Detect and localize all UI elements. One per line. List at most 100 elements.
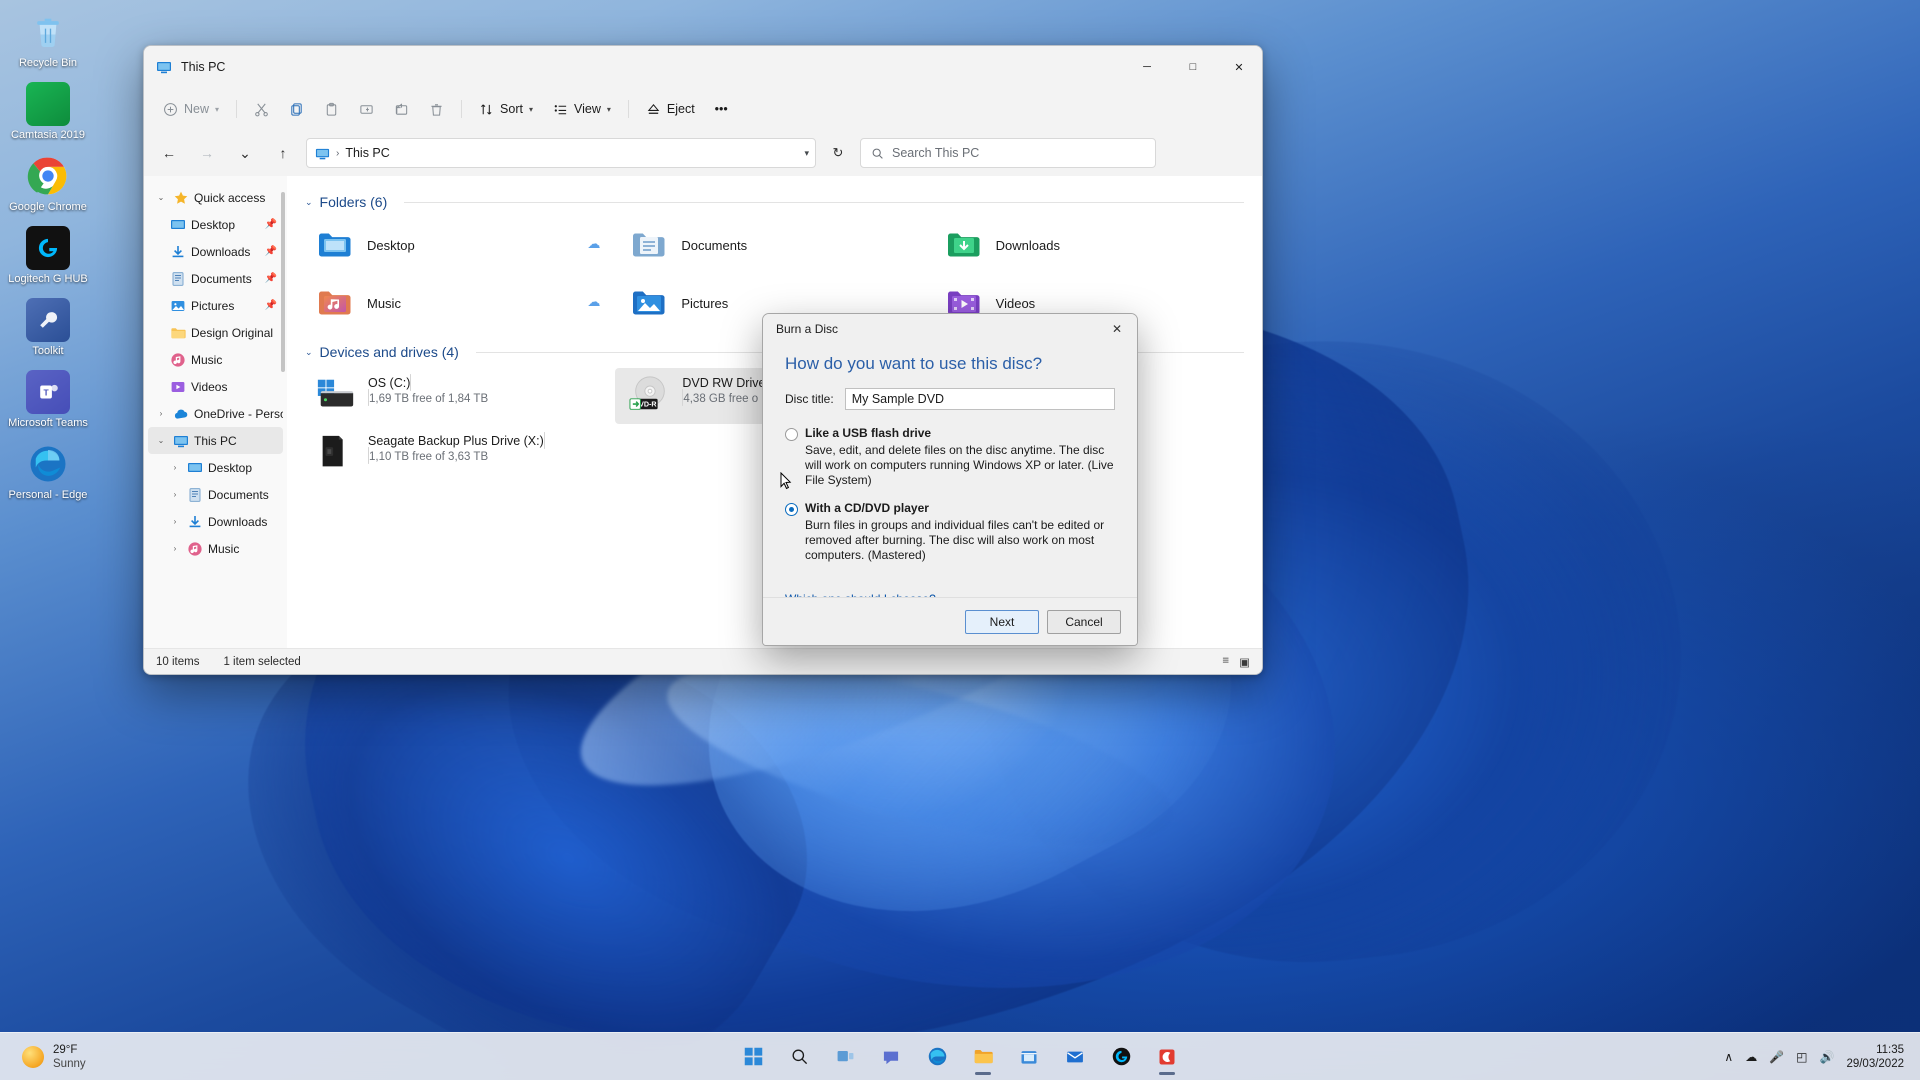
camtasia-button[interactable]: [1147, 1037, 1187, 1077]
microsoft-store-button[interactable]: [1009, 1037, 1049, 1077]
sidebar-item-this-pc-desktop[interactable]: › Desktop: [148, 454, 283, 481]
next-button[interactable]: Next: [965, 609, 1039, 634]
search-button[interactable]: [779, 1037, 819, 1077]
paste-button[interactable]: [315, 94, 348, 124]
share-button[interactable]: [385, 94, 418, 124]
chevron-down-icon[interactable]: ⌄: [154, 436, 168, 445]
list-view-button[interactable]: ≡: [1222, 655, 1229, 669]
recent-locations-button[interactable]: ⌄: [230, 138, 260, 168]
desktop-icon-microsoft-teams[interactable]: T Microsoft Teams: [3, 366, 93, 432]
option-with-a-cd-dvd-player[interactable]: With a CD/DVD player Burn files in group…: [785, 501, 1115, 563]
sidebar-item-this-pc-downloads[interactable]: › Downloads: [148, 508, 283, 535]
dialog-body: How do you want to use this disc? Disc t…: [763, 344, 1137, 606]
folder-item[interactable]: Downloads: [930, 218, 1244, 272]
chevron-right-icon[interactable]: ›: [154, 409, 168, 418]
dialog-close-button[interactable]: ✕: [1097, 314, 1137, 344]
chevron-right-icon[interactable]: ›: [168, 517, 182, 526]
sidebar-item-this-pc-music[interactable]: › Music: [148, 535, 283, 562]
drive-item-seagate-backup-plus[interactable]: Seagate Backup Plus Drive (X:) 1,10 TB f…: [301, 426, 615, 482]
desktop-icon-logitech-g-hub[interactable]: Logitech G HUB: [3, 222, 93, 288]
breadcrumb-current[interactable]: This PC: [345, 146, 389, 160]
chevron-down-icon[interactable]: ⌄: [305, 347, 313, 358]
sidebar-item-this-pc[interactable]: ⌄ This PC: [148, 427, 283, 454]
task-view-button[interactable]: [825, 1037, 865, 1077]
new-button[interactable]: New ▾: [154, 94, 228, 124]
view-button[interactable]: View ▾: [544, 94, 620, 124]
sidebar-item-quick-access[interactable]: ⌄ Quick access: [148, 184, 283, 211]
sidebar-item-downloads[interactable]: Downloads 📌: [148, 238, 283, 265]
folders-group-header[interactable]: ⌄ Folders (6): [305, 194, 1244, 210]
desktop-icon-personal-edge[interactable]: Personal - Edge: [3, 438, 93, 504]
microsoft-edge-button[interactable]: [917, 1037, 957, 1077]
chevron-right-icon[interactable]: ›: [168, 544, 182, 553]
network-tray-icon[interactable]: ◰: [1796, 1050, 1807, 1064]
folder-item[interactable]: Music: [301, 276, 615, 330]
up-button[interactable]: ↑: [268, 138, 298, 168]
desktop-icon-toolkit[interactable]: Toolkit: [3, 294, 93, 360]
maximize-button[interactable]: □: [1170, 46, 1216, 88]
file-explorer-button[interactable]: [963, 1037, 1003, 1077]
desktop-icon-google-chrome[interactable]: Google Chrome: [3, 150, 93, 216]
sidebar-item-music[interactable]: Music: [148, 346, 283, 373]
radio-like-a-usb-flash-drive[interactable]: [785, 428, 798, 441]
desktop-icon-recycle-bin[interactable]: Recycle Bin: [3, 6, 93, 72]
desktop-icon-camtasia[interactable]: Camtasia 2019: [3, 78, 93, 144]
cut-button[interactable]: [245, 94, 278, 124]
pin-icon[interactable]: 📌: [265, 300, 277, 311]
rename-button[interactable]: [350, 94, 383, 124]
chevron-down-icon[interactable]: ⌄: [154, 193, 168, 202]
close-button[interactable]: ✕: [1216, 46, 1262, 88]
mail-button[interactable]: [1055, 1037, 1095, 1077]
disc-title-input[interactable]: [844, 388, 1115, 410]
refresh-button[interactable]: ↻: [824, 139, 852, 167]
clock[interactable]: 11:35 29/03/2022: [1846, 1043, 1904, 1071]
task-view-icon: [837, 1050, 853, 1062]
sidebar-item-documents[interactable]: Documents 📌: [148, 265, 283, 292]
folder-item[interactable]: ☁ Documents: [587, 218, 929, 272]
sort-button[interactable]: Sort ▾: [470, 94, 542, 124]
sidebar-item-onedrive-personal[interactable]: › OneDrive - Perso: [148, 400, 283, 427]
navigation-pane[interactable]: ⌄ Quick access Desktop 📌 Downloads 📌 Doc…: [144, 176, 287, 648]
copy-button[interactable]: [280, 94, 313, 124]
sidebar-item-desktop[interactable]: Desktop 📌: [148, 211, 283, 238]
sidebar-item-design-original[interactable]: Design Original: [148, 319, 283, 346]
desktop-icon: [187, 460, 203, 476]
start-button[interactable]: [733, 1037, 773, 1077]
details-view-button[interactable]: ▣: [1239, 655, 1250, 669]
desktop-icon-label: Google Chrome: [9, 201, 87, 213]
back-button[interactable]: ←: [154, 138, 184, 168]
weather-widget[interactable]: 29°F Sunny: [0, 1043, 86, 1071]
star-icon: [173, 190, 189, 206]
more-options-button[interactable]: •••: [706, 94, 737, 124]
chat-button[interactable]: [871, 1037, 911, 1077]
sidebar-item-videos[interactable]: Videos: [148, 373, 283, 400]
microphone-tray-icon[interactable]: 🎤: [1769, 1050, 1784, 1064]
desktop-icon-label: Recycle Bin: [18, 57, 78, 69]
chevron-right-icon[interactable]: ›: [168, 463, 182, 472]
chevron-down-icon[interactable]: ▾: [804, 148, 809, 159]
search-box[interactable]: Search This PC: [860, 138, 1156, 168]
folder-item[interactable]: ✓ Desktop: [301, 218, 615, 272]
radio-with-a-cd-dvd-player[interactable]: [785, 503, 798, 516]
delete-button[interactable]: [420, 94, 453, 124]
pin-icon[interactable]: 📌: [265, 273, 277, 284]
logitech-g-hub-button[interactable]: [1101, 1037, 1141, 1077]
volume-tray-icon[interactable]: 🔊: [1819, 1050, 1834, 1064]
minimize-button[interactable]: ─: [1124, 46, 1170, 88]
show-hidden-icons-button[interactable]: ∧: [1724, 1050, 1733, 1064]
sidebar-item-pictures[interactable]: Pictures 📌: [148, 292, 283, 319]
burn-a-disc-dialog[interactable]: Burn a Disc ✕ How do you want to use thi…: [762, 313, 1138, 646]
chevron-right-icon[interactable]: ›: [168, 490, 182, 499]
forward-button[interactable]: →: [192, 138, 222, 168]
option-description: Burn files in groups and individual file…: [805, 518, 1105, 562]
sidebar-item-this-pc-documents[interactable]: › Documents: [148, 481, 283, 508]
pin-icon[interactable]: 📌: [265, 246, 277, 257]
onedrive-tray-icon[interactable]: ☁: [1745, 1050, 1757, 1064]
cancel-button[interactable]: Cancel: [1047, 609, 1121, 634]
drive-item-os-c[interactable]: OS (C:) 1,69 TB free of 1,84 TB: [301, 368, 615, 424]
eject-button[interactable]: Eject: [637, 94, 704, 124]
pin-icon[interactable]: 📌: [265, 219, 277, 230]
breadcrumb-bar[interactable]: › This PC ▾: [306, 138, 816, 168]
chevron-down-icon[interactable]: ⌄: [305, 197, 313, 208]
option-like-a-usb-flash-drive[interactable]: Like a USB flash drive Save, edit, and d…: [785, 426, 1115, 488]
